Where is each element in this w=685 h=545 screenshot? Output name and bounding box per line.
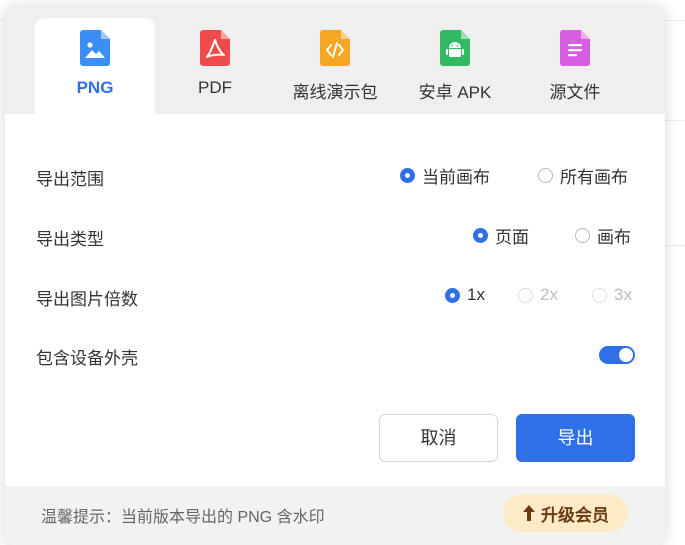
toggle-knob: [619, 348, 633, 362]
device-shell-toggle[interactable]: [599, 346, 635, 364]
radio-scale-1x[interactable]: 1x: [445, 284, 485, 306]
radio-page[interactable]: 页面: [473, 224, 529, 246]
cancel-button[interactable]: 取消: [379, 414, 498, 462]
export-range-row: 导出范围 当前画布 所有画布: [5, 160, 665, 190]
tab-label: PDF: [155, 78, 275, 98]
arrow-up-icon: [522, 504, 536, 522]
tab-source-file[interactable]: 源文件: [515, 18, 635, 114]
radio-scale-3x[interactable]: 3x: [592, 284, 632, 306]
radio-dot: [575, 228, 590, 243]
radio-scale-2x[interactable]: 2x: [518, 284, 558, 306]
radio-label: 所有画布: [560, 163, 628, 188]
tab-label: 源文件: [515, 78, 635, 103]
radio-label: 页面: [495, 223, 529, 248]
radio-label: 2x: [540, 285, 558, 305]
radio-canvas[interactable]: 画布: [575, 224, 631, 246]
tab-label: 安卓 APK: [395, 78, 515, 103]
export-button[interactable]: 导出: [516, 414, 635, 462]
device-shell-row: 包含设备外壳: [5, 339, 665, 369]
radio-dot: [538, 168, 553, 183]
document-file-icon: [560, 30, 590, 66]
image-file-icon: [80, 30, 110, 66]
export-scale-row: 导出图片倍数 1x 2x 3x: [5, 280, 665, 310]
radio-dot-checked: [445, 288, 460, 303]
export-dialog: PNG PDF 离线演示包: [5, 5, 665, 545]
radio-all-canvases[interactable]: 所有画布: [538, 164, 628, 186]
radio-current-canvas[interactable]: 当前画布: [400, 164, 490, 186]
radio-label: 3x: [614, 285, 632, 305]
radio-label: 当前画布: [422, 163, 490, 188]
radio-label: 画布: [597, 223, 631, 248]
tab-android-apk[interactable]: 安卓 APK: [395, 18, 515, 114]
tab-pdf[interactable]: PDF: [155, 18, 275, 114]
radio-label: 1x: [467, 285, 485, 305]
code-file-icon: [320, 30, 350, 66]
export-range-label: 导出范围: [36, 165, 104, 190]
watermark-tip: 温馨提示：当前版本导出的 PNG 含水印: [41, 503, 325, 527]
export-type-label: 导出类型: [36, 225, 104, 250]
radio-dot: [592, 288, 607, 303]
footer-bar: 温馨提示：当前版本导出的 PNG 含水印 升级会员: [5, 486, 665, 545]
radio-dot: [518, 288, 533, 303]
android-file-icon: [440, 30, 470, 66]
pdf-file-icon: [200, 30, 230, 66]
background-divider: [665, 120, 685, 121]
device-shell-label: 包含设备外壳: [36, 344, 138, 369]
export-scale-label: 导出图片倍数: [36, 285, 138, 310]
tab-label: 离线演示包: [275, 78, 395, 103]
tab-label: PNG: [35, 78, 155, 98]
export-type-row: 导出类型 页面 画布: [5, 220, 665, 250]
export-format-tabs: PNG PDF 离线演示包: [5, 5, 665, 114]
upgrade-label: 升级会员: [541, 501, 609, 526]
radio-dot-checked: [400, 168, 415, 183]
radio-dot-checked: [473, 228, 488, 243]
upgrade-member-button[interactable]: 升级会员: [503, 494, 628, 532]
background-divider: [665, 245, 685, 246]
tab-offline-package[interactable]: 离线演示包: [275, 18, 395, 114]
tab-png[interactable]: PNG: [35, 18, 155, 114]
